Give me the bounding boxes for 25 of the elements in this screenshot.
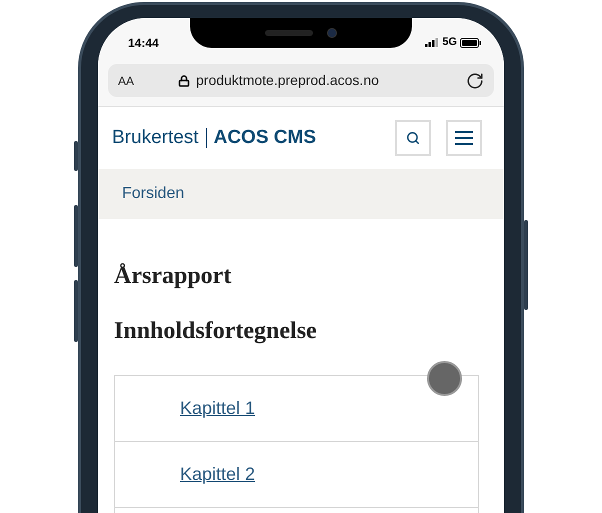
url-text: produktmote.preprod.acos.no xyxy=(196,71,379,90)
address-bar[interactable]: AA produktmote.preprod.acos.no xyxy=(108,64,494,97)
chapter-link[interactable]: Kapittel 2 xyxy=(180,461,256,488)
lock-icon xyxy=(178,74,190,86)
battery-icon xyxy=(460,38,482,48)
site-logo[interactable]: Brukertest ACOS CMS xyxy=(112,124,316,152)
search-button[interactable] xyxy=(395,120,431,156)
menu-button[interactable] xyxy=(446,120,482,156)
touch-indicator xyxy=(427,361,462,396)
breadcrumb-link[interactable]: Forsiden xyxy=(122,182,184,206)
network-label: 5G xyxy=(442,35,457,50)
chapter-link[interactable]: Kapittel 1 xyxy=(180,395,256,422)
logo-divider xyxy=(206,128,207,148)
text-size-button[interactable]: AA xyxy=(118,72,178,90)
search-icon xyxy=(406,131,420,145)
reload-icon[interactable] xyxy=(466,72,484,90)
menu-icon xyxy=(455,131,473,145)
speaker-icon xyxy=(265,30,313,36)
product-name: ACOS CMS xyxy=(214,126,316,150)
brand-name: Brukertest xyxy=(112,126,199,150)
camera-icon xyxy=(327,28,337,38)
status-time: 14:44 xyxy=(128,34,159,52)
page-title: Årsrapport xyxy=(114,262,232,291)
signal-icon xyxy=(425,38,440,47)
toc-heading: Innholdsfortegnelse xyxy=(114,317,318,346)
